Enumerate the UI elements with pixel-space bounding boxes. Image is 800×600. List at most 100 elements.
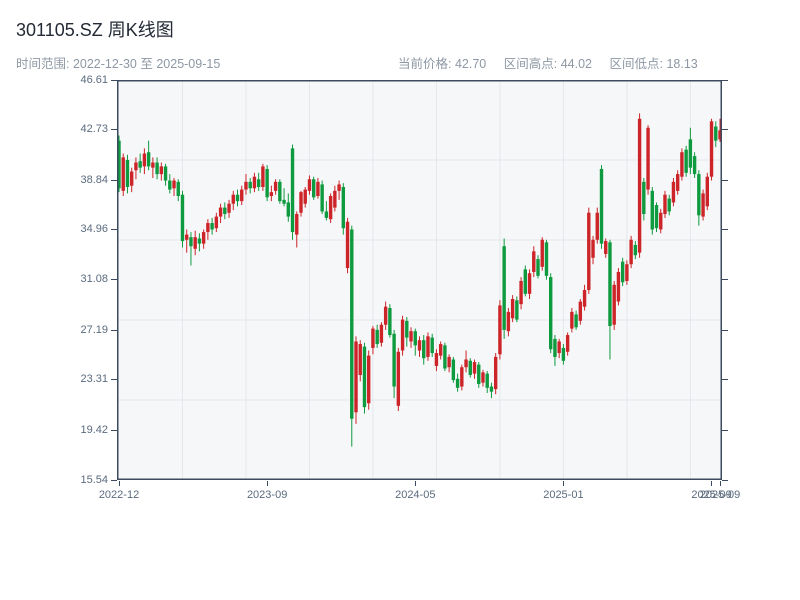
candle-body bbox=[502, 246, 505, 330]
candle bbox=[519, 277, 522, 309]
candle-body bbox=[151, 163, 154, 168]
candle bbox=[206, 219, 209, 240]
candle bbox=[278, 179, 281, 203]
range-high-stat: 区间高点: 44.02 bbox=[504, 57, 592, 71]
candle-body bbox=[143, 154, 146, 167]
candle bbox=[481, 370, 484, 387]
candle bbox=[240, 186, 243, 205]
candle-body bbox=[706, 177, 709, 207]
candle-body bbox=[587, 213, 590, 290]
candle-body bbox=[202, 232, 205, 244]
candle-body bbox=[549, 277, 552, 349]
candle-body bbox=[426, 336, 429, 357]
candle-body bbox=[405, 321, 408, 338]
chart-title: 301105.SZ 周K线图 bbox=[16, 16, 174, 42]
candle-body bbox=[244, 182, 247, 190]
candle-body bbox=[507, 312, 510, 331]
candle bbox=[232, 191, 235, 210]
candle bbox=[617, 268, 620, 305]
candle bbox=[697, 170, 700, 225]
candle bbox=[490, 383, 493, 398]
candlestick-plot bbox=[117, 80, 722, 480]
candle-body bbox=[130, 172, 133, 186]
candle-body bbox=[185, 235, 188, 240]
candle-body bbox=[545, 242, 548, 275]
x-tick-label: 2025-09 bbox=[685, 489, 755, 502]
candle-body bbox=[469, 361, 472, 375]
candle-body bbox=[409, 331, 412, 341]
candle bbox=[684, 146, 687, 177]
candle bbox=[380, 322, 383, 346]
candle bbox=[291, 144, 294, 239]
candle bbox=[494, 353, 497, 394]
candle-body bbox=[278, 182, 281, 201]
candle bbox=[287, 193, 290, 221]
candle-body bbox=[299, 192, 302, 213]
candle bbox=[430, 334, 433, 357]
candle bbox=[236, 190, 239, 207]
y-tick-mark-right bbox=[722, 129, 728, 130]
candle-body bbox=[177, 182, 180, 196]
candle-body bbox=[304, 190, 307, 204]
candle-body bbox=[541, 240, 544, 267]
y-tick-label: 31.08 bbox=[56, 273, 108, 286]
y-tick-mark-right bbox=[722, 379, 728, 380]
candle-body bbox=[155, 163, 158, 175]
candle bbox=[325, 201, 328, 220]
price-stats: 当前价格: 42.70 区间高点: 44.02 区间低点: 18.13 bbox=[398, 53, 712, 72]
candle bbox=[244, 174, 247, 195]
candle bbox=[604, 238, 607, 257]
y-tick-mark-right bbox=[722, 180, 728, 181]
candle-body bbox=[553, 339, 556, 357]
candle bbox=[375, 325, 378, 348]
candle bbox=[710, 119, 713, 181]
candle-body bbox=[570, 312, 573, 329]
candle bbox=[545, 240, 548, 280]
candle bbox=[672, 178, 675, 206]
candle bbox=[202, 229, 205, 248]
candle-body bbox=[371, 329, 374, 348]
candle bbox=[350, 226, 353, 447]
candle-body bbox=[600, 169, 603, 244]
candle-body bbox=[274, 182, 277, 191]
y-tick-label: 34.96 bbox=[56, 223, 108, 236]
candle bbox=[270, 186, 273, 201]
candle bbox=[680, 148, 683, 180]
candle-body bbox=[659, 213, 662, 230]
y-tick-label: 42.73 bbox=[56, 123, 108, 136]
candle bbox=[249, 178, 252, 193]
candle-body bbox=[617, 272, 620, 302]
candle-body bbox=[333, 191, 336, 208]
candle-body bbox=[684, 150, 687, 173]
candle bbox=[354, 336, 357, 424]
candle bbox=[541, 237, 544, 270]
candle-body bbox=[701, 193, 704, 216]
candle bbox=[210, 218, 213, 235]
candle bbox=[655, 202, 658, 232]
y-tick-mark-left bbox=[111, 379, 117, 380]
candle bbox=[557, 339, 560, 358]
candle-body bbox=[676, 174, 679, 191]
candle bbox=[435, 349, 438, 371]
candle-body bbox=[189, 237, 192, 246]
candle bbox=[456, 374, 459, 392]
candle-body bbox=[464, 359, 467, 367]
y-tick-mark-left bbox=[111, 80, 117, 81]
candle bbox=[164, 164, 167, 186]
candle bbox=[701, 190, 704, 221]
candle-body bbox=[236, 195, 239, 201]
candle bbox=[155, 157, 158, 179]
candle-body bbox=[515, 300, 518, 319]
candle-body bbox=[325, 211, 328, 217]
candle-body bbox=[392, 334, 395, 387]
candle bbox=[638, 113, 641, 257]
candle-body bbox=[346, 222, 349, 268]
candle-body bbox=[388, 308, 391, 335]
candle bbox=[193, 231, 196, 255]
candle-body bbox=[668, 199, 671, 212]
candle-body bbox=[714, 126, 717, 140]
candle-body bbox=[591, 240, 594, 258]
candle-body bbox=[532, 251, 535, 272]
candle-body bbox=[308, 179, 311, 191]
candle-body bbox=[384, 307, 387, 325]
